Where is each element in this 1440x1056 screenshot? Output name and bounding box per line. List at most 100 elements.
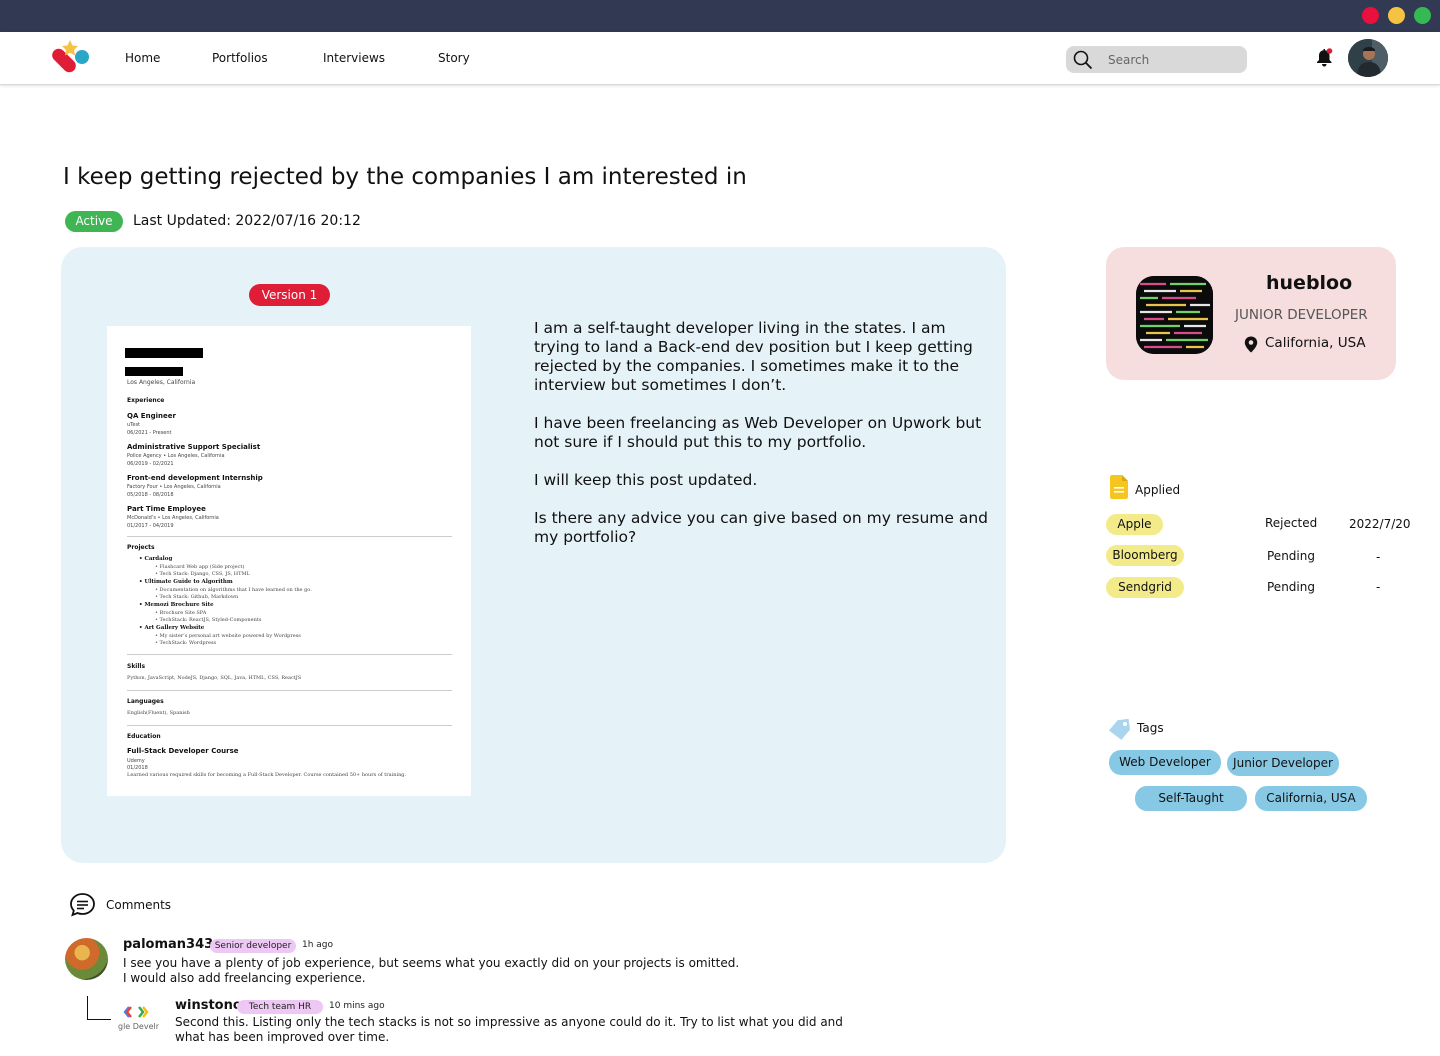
author-name: huebloo: [1266, 272, 1353, 294]
user-avatar-image: [1348, 39, 1388, 77]
application-date: -: [1376, 550, 1381, 564]
code-screen-image: [1136, 276, 1213, 354]
resume-job-company: uTest: [127, 422, 141, 428]
nav-portfolios-link[interactable]: Portfolios: [212, 51, 268, 65]
post-paragraph: Is there any advice you can give based o…: [534, 509, 989, 546]
applied-section-header: Applied: [1110, 475, 1180, 503]
resume-job-dates: 05/2018 - 08/2018: [127, 492, 174, 498]
resume-project-name: • Ultimate Guide to Algorithm: [139, 579, 233, 585]
resume-divider: [127, 690, 452, 691]
resume-project-name: • Art Gallery Website: [139, 625, 205, 631]
resume-project-name: • Cardalog: [139, 556, 173, 562]
resume-experience-heading: Experience: [127, 397, 165, 404]
comment-timestamp: 1h ago: [302, 940, 334, 950]
tag-icon: [1108, 718, 1131, 740]
reply-commenter-username[interactable]: winstono: [175, 998, 242, 1013]
resume-job-dates: 01/2017 - 04/2019: [127, 523, 174, 529]
commenter-avatar[interactable]: [65, 938, 108, 980]
reply-text: Second this. Listing only the tech stack…: [175, 1015, 875, 1045]
redacted-title-bar: [125, 367, 183, 376]
resume-preview[interactable]: Los Angeles, California Experience QA En…: [107, 326, 471, 796]
application-status: Rejected: [1265, 516, 1318, 530]
resume-job-title: Part Time Employee: [127, 505, 206, 513]
comments-label: Comments: [106, 898, 172, 912]
author-avatar: [1136, 276, 1213, 354]
commenter-username[interactable]: paloman343: [123, 937, 213, 952]
comment-line: I see you have a plenty of job experienc…: [123, 956, 740, 970]
app-logo-icon[interactable]: [46, 38, 92, 80]
last-updated-label: Last Updated: 2022/07/16 20:12: [133, 213, 361, 229]
page-title: I keep getting rejected by the companies…: [63, 164, 747, 190]
post-paragraph: I will keep this post updated.: [534, 471, 758, 489]
tag-web-developer[interactable]: Web Developer: [1109, 750, 1221, 775]
nav-home-link[interactable]: Home: [125, 51, 160, 65]
resume-job-dates: 06/2021 - Present: [127, 430, 172, 436]
post-paragraph: I have been freelancing as Web Developer…: [534, 414, 982, 451]
application-date: -: [1376, 580, 1381, 594]
resume-job-title: Front-end development Internship: [127, 474, 263, 482]
resume-job-title: Administrative Support Specialist: [127, 443, 261, 451]
company-pill-apple[interactable]: Apple: [1106, 514, 1163, 535]
minimize-window-button[interactable]: [1388, 7, 1405, 24]
reply-commenter-avatar[interactable]: gle Develr: [115, 1000, 160, 1040]
resume-project-detail: • TechStack: Wordpress: [155, 640, 217, 646]
resume-projects-heading: Projects: [127, 544, 155, 551]
resume-job-company: Factory Four • Los Angeles, California: [127, 484, 221, 490]
document-icon: [1110, 475, 1128, 499]
resume-school: Udemy: [127, 758, 145, 764]
resume-divider: [127, 654, 452, 655]
reply-avatar-text: gle Develr: [118, 1022, 160, 1031]
comments-section-header: Comments: [69, 892, 171, 921]
resume-education-heading: Education: [127, 733, 161, 740]
search-box[interactable]: [1066, 46, 1247, 73]
resume-project-detail: • My sister’s personal art website power…: [155, 633, 301, 639]
resume-project-detail: • TechStack: ReactJS, Styled-Components: [155, 617, 262, 623]
notification-bell-icon[interactable]: [1313, 47, 1335, 69]
author-location-text: California, USA: [1265, 335, 1366, 351]
author-profile-card[interactable]: huebloo JUNIOR DEVELOPER California, USA: [1106, 247, 1396, 380]
resume-skills-heading: Skills: [127, 663, 146, 670]
code-brackets-logo-icon: [123, 1006, 149, 1018]
resume-project-detail: • Tech Stack: Github, Markdown: [155, 594, 239, 600]
author-role: JUNIOR DEVELOPER: [1235, 307, 1368, 323]
comment-line: what has been improved over time.: [175, 1030, 390, 1044]
tag-junior-developer[interactable]: Junior Developer: [1227, 751, 1339, 776]
comment-bubble-icon: [70, 893, 95, 917]
top-navbar: Home Portfolios Interviews Story: [0, 32, 1440, 85]
resume-project-detail: • Brochure Site SPA: [155, 610, 207, 616]
search-icon: [1073, 50, 1093, 70]
post-body: I am a self-taught developer living in t…: [534, 319, 989, 566]
resume-project-detail: • Documentation on algorithms that I hav…: [155, 587, 312, 593]
resume-job-company: Police Agency • Los Angeles, California: [127, 453, 225, 459]
comment-line: Second this. Listing only the tech stack…: [175, 1015, 843, 1029]
close-window-button[interactable]: [1362, 7, 1379, 24]
status-badge: Active: [65, 211, 123, 232]
tag-self-taught[interactable]: Self-Taught: [1135, 786, 1247, 811]
tag-california-usa[interactable]: California, USA: [1255, 786, 1367, 811]
tags-label: Tags: [1137, 721, 1164, 735]
company-pill-bloomberg[interactable]: Bloomberg: [1106, 545, 1184, 566]
company-pill-sendgrid[interactable]: Sendgrid: [1106, 577, 1184, 598]
maximize-window-button[interactable]: [1414, 7, 1431, 24]
reply-thread-connector: [87, 996, 111, 1020]
version-badge[interactable]: Version 1: [249, 284, 330, 306]
redacted-name-bar: [125, 348, 203, 358]
resume-project-detail: • Flashcard Web app (Side project): [155, 564, 245, 570]
search-input[interactable]: [1108, 50, 1238, 70]
resume-languages-heading: Languages: [127, 698, 164, 705]
resume-divider: [127, 725, 452, 726]
post-card: Version 1 Los Angeles, California Experi…: [61, 247, 1006, 863]
resume-course-date: 01/2018: [127, 765, 148, 771]
nav-story-link[interactable]: Story: [438, 51, 470, 65]
resume-languages: English(Fluent), Spanish: [127, 710, 190, 716]
user-avatar[interactable]: [1348, 39, 1388, 77]
nav-interviews-link[interactable]: Interviews: [323, 51, 385, 65]
application-status: Pending: [1267, 580, 1315, 594]
tags-section-header: Tags: [1108, 718, 1164, 744]
resume-job-company: McDonald’s • Los Angeles, California: [127, 515, 219, 521]
resume-course-description: Learned various required skills for beco…: [127, 772, 407, 778]
location-pin-icon: [1244, 336, 1258, 353]
commenter-role-badge: Senior developer: [210, 939, 296, 953]
applied-label: Applied: [1135, 483, 1181, 497]
resume-job-title: QA Engineer: [127, 412, 176, 420]
